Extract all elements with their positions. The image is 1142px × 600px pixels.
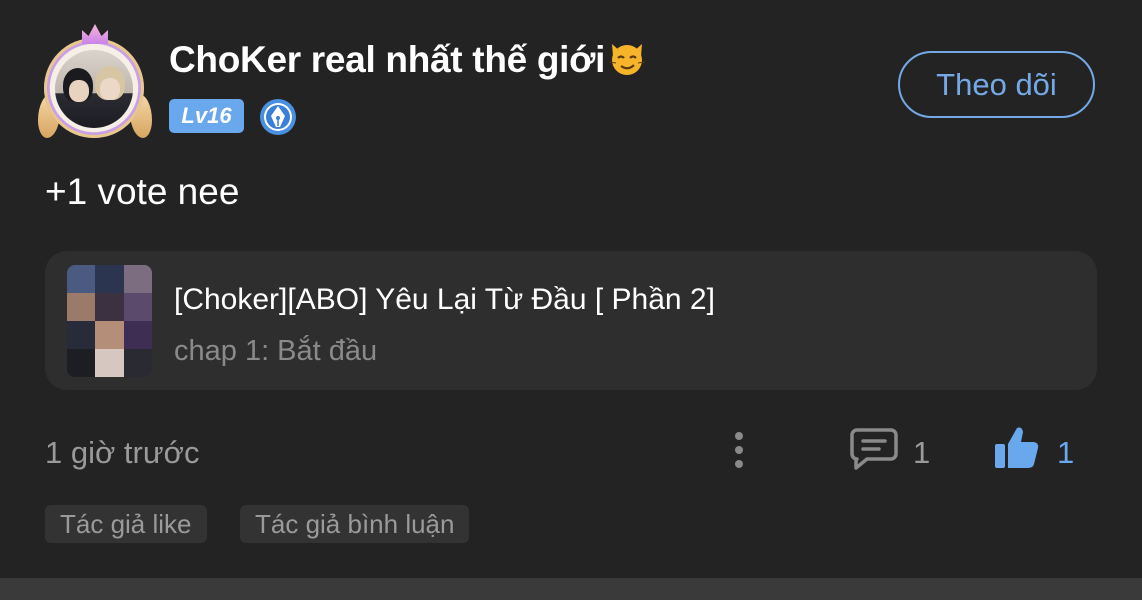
avatar-photo <box>55 50 133 128</box>
comment-icon[interactable] <box>849 426 899 472</box>
tag-author-liked: Tác giả like <box>45 505 207 543</box>
story-cover-thumbnail <box>67 265 152 377</box>
author-avatar[interactable] <box>38 24 152 138</box>
level-badge: Lv16 <box>169 99 244 133</box>
tag-author-commented: Tác giả bình luận <box>240 505 470 543</box>
post-timestamp: 1 giờ trước <box>45 435 200 470</box>
like-count: 1 <box>1057 435 1075 470</box>
comment-content: +1 vote nee <box>45 171 240 212</box>
thumbs-up-icon[interactable] <box>993 424 1041 472</box>
story-title: [Choker][ABO] Yêu Lại Từ Đầu [ Phần 2] <box>174 283 715 316</box>
story-card[interactable]: [Choker][ABO] Yêu Lại Từ Đầu [ Phần 2] c… <box>45 251 1097 390</box>
story-chapter: chap 1: Bắt đầu <box>174 335 378 367</box>
section-divider <box>0 578 1142 600</box>
smirking-cat-face-icon <box>609 44 646 75</box>
comment-count: 1 <box>913 435 931 470</box>
pen-nib-badge-icon <box>260 99 296 135</box>
author-name[interactable]: ChoKer real nhất thế giới <box>169 39 605 80</box>
avatar-frame-crown <box>82 24 108 44</box>
post-card: ChoKer real nhất thế giới Lv16 Theo dõi … <box>0 0 1142 578</box>
author-name-row[interactable]: ChoKer real nhất thế giới <box>169 38 647 81</box>
follow-button[interactable]: Theo dõi <box>898 51 1095 118</box>
more-options-icon[interactable] <box>732 430 746 470</box>
